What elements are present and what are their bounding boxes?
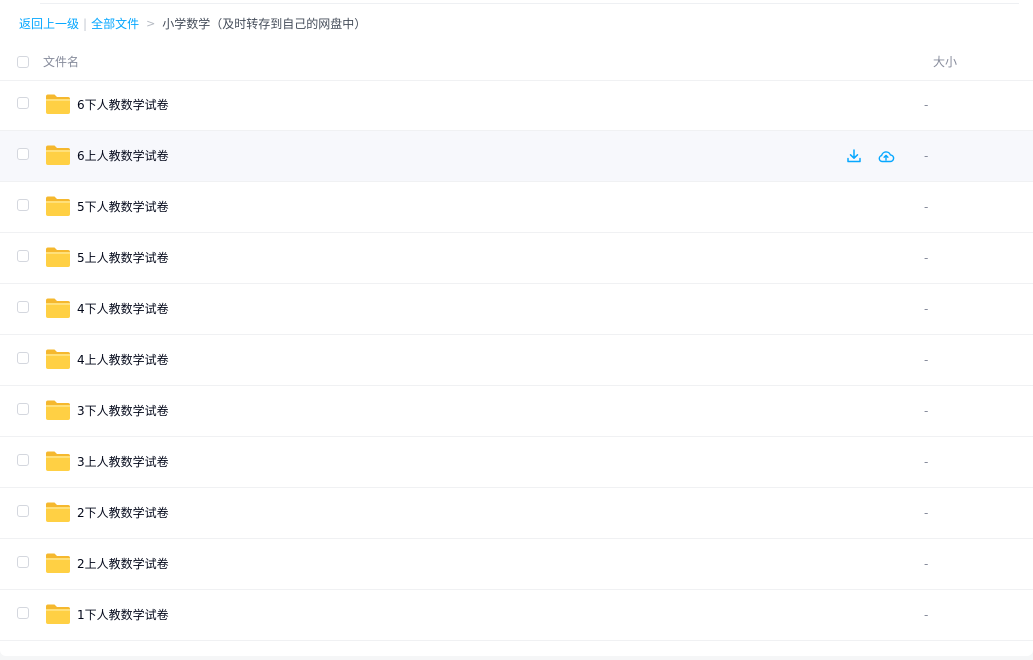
table-row[interactable]: 2上人教数学试卷 - — [0, 539, 1033, 590]
file-name[interactable]: 2下人教数学试卷 — [77, 504, 169, 522]
table-row[interactable]: 3下人教数学试卷 - — [0, 386, 1033, 437]
select-all-checkbox[interactable] — [17, 56, 29, 68]
file-name[interactable]: 6上人教数学试卷 — [77, 147, 169, 165]
file-list-panel: 返回上一级 | 全部文件 > 小学数学（及时转存到自己的网盘中） 文件名 大小 … — [0, 0, 1033, 656]
folder-icon — [46, 94, 70, 114]
back-link[interactable]: 返回上一级 — [19, 15, 79, 33]
folder-icon — [46, 247, 70, 267]
file-size: - — [924, 404, 929, 418]
file-name[interactable]: 5下人教数学试卷 — [77, 198, 169, 216]
table-row[interactable]: 2下人教数学试卷 - — [0, 488, 1033, 539]
row-checkbox[interactable] — [17, 352, 29, 364]
folder-icon — [46, 400, 70, 420]
row-checkbox[interactable] — [17, 505, 29, 517]
table-row[interactable]: 5下人教数学试卷 - — [0, 182, 1033, 233]
all-files-link[interactable]: 全部文件 — [91, 15, 139, 33]
file-name[interactable]: 2上人教数学试卷 — [77, 555, 169, 573]
download-icon[interactable] — [845, 147, 863, 165]
folder-icon — [46, 196, 70, 216]
row-checkbox[interactable] — [17, 148, 29, 160]
breadcrumb-separator: | — [83, 17, 88, 31]
table-row[interactable]: 4下人教数学试卷 - — [0, 284, 1033, 335]
cloud-upload-icon[interactable] — [877, 147, 895, 165]
table-row[interactable]: 4上人教数学试卷 - — [0, 335, 1033, 386]
file-list: 6下人教数学试卷 - 6上人教数学试卷 - 5下人教数学试卷 - 5上人教数学试… — [0, 80, 1033, 641]
table-header: 文件名 大小 — [0, 44, 1033, 81]
row-checkbox[interactable] — [17, 199, 29, 211]
file-size: - — [924, 608, 929, 622]
column-header-name: 文件名 — [43, 55, 80, 69]
file-name[interactable]: 3上人教数学试卷 — [77, 453, 169, 471]
row-checkbox[interactable] — [17, 250, 29, 262]
row-checkbox[interactable] — [17, 97, 29, 109]
row-actions — [845, 147, 895, 165]
table-row[interactable]: 3上人教数学试卷 - — [0, 437, 1033, 488]
file-size: - — [924, 353, 929, 367]
file-size: - — [924, 302, 929, 316]
breadcrumb-arrow: > — [146, 17, 156, 30]
file-size: - — [924, 506, 929, 520]
folder-icon — [46, 502, 70, 522]
file-size: - — [924, 557, 929, 571]
breadcrumb: 返回上一级 | 全部文件 > 小学数学（及时转存到自己的网盘中） — [19, 15, 366, 33]
table-row[interactable]: 1下人教数学试卷 - — [0, 590, 1033, 641]
column-header-size: 大小 — [933, 55, 958, 69]
current-folder-title: 小学数学（及时转存到自己的网盘中） — [162, 17, 367, 31]
file-size: - — [924, 98, 929, 112]
file-name[interactable]: 4上人教数学试卷 — [77, 351, 169, 369]
file-name[interactable]: 6下人教数学试卷 — [77, 96, 169, 114]
row-checkbox[interactable] — [17, 454, 29, 466]
row-checkbox[interactable] — [17, 607, 29, 619]
row-checkbox[interactable] — [17, 556, 29, 568]
folder-icon — [46, 145, 70, 165]
row-checkbox[interactable] — [17, 403, 29, 415]
file-name[interactable]: 3下人教数学试卷 — [77, 402, 169, 420]
folder-icon — [46, 451, 70, 471]
table-row[interactable]: 5上人教数学试卷 - — [0, 233, 1033, 284]
table-row[interactable]: 6下人教数学试卷 - — [0, 80, 1033, 131]
file-size: - — [924, 149, 929, 163]
folder-icon — [46, 349, 70, 369]
folder-icon — [46, 298, 70, 318]
folder-icon — [46, 604, 70, 624]
divider — [40, 3, 1019, 4]
file-size: - — [924, 251, 929, 265]
table-row[interactable]: 6上人教数学试卷 - — [0, 131, 1033, 182]
row-checkbox[interactable] — [17, 301, 29, 313]
folder-icon — [46, 553, 70, 573]
file-name[interactable]: 5上人教数学试卷 — [77, 249, 169, 267]
file-name[interactable]: 4下人教数学试卷 — [77, 300, 169, 318]
file-size: - — [924, 200, 929, 214]
file-name[interactable]: 1下人教数学试卷 — [77, 606, 169, 624]
file-size: - — [924, 455, 929, 469]
